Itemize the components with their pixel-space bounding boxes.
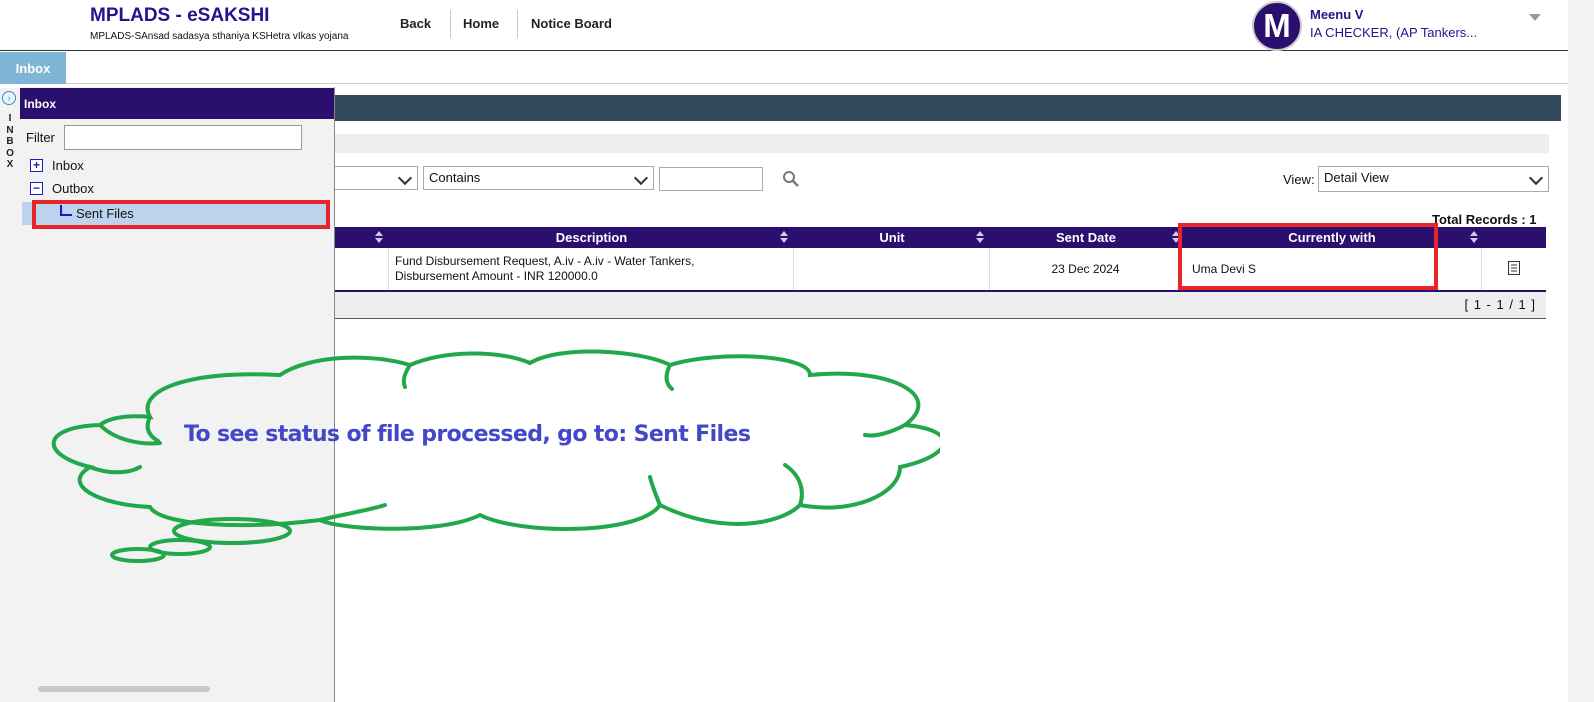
table-cell-unit	[794, 248, 990, 290]
search-operator-select[interactable]: Contains	[423, 166, 654, 190]
cloud-callout	[51, 349, 940, 563]
description-line: Fund Disbursement Request, A.iv - A.iv -…	[395, 254, 695, 268]
nav-home-link[interactable]: Home	[451, 14, 511, 33]
nav-separator	[517, 10, 518, 38]
chevron-down-icon	[397, 170, 413, 186]
column-header[interactable]	[334, 227, 389, 248]
expand-panel-icon[interactable]: ›	[2, 91, 16, 105]
pagination: [ 1 - 1 / 1 ]	[1464, 297, 1536, 312]
tab-inbox[interactable]: Inbox	[0, 52, 66, 84]
cloud-inner-arc	[401, 363, 412, 389]
inbox-side-strip[interactable]	[0, 88, 21, 702]
filter-input[interactable]	[64, 125, 302, 150]
search-operator-value: Contains	[429, 170, 481, 185]
cloud-inner-arc	[145, 415, 160, 443]
side-strip-label: INBOX	[6, 113, 14, 170]
user-name[interactable]: Meenu V	[1310, 7, 1363, 22]
expand-icon[interactable]: +	[30, 159, 43, 172]
collapse-icon[interactable]: −	[30, 182, 43, 195]
column-header-unit[interactable]: Unit	[794, 227, 990, 248]
table-cell-description: Fund Disbursement Request, A.iv - A.iv -…	[389, 248, 794, 290]
cloud-inner-arc	[648, 475, 662, 507]
filter-label: Filter	[26, 130, 55, 145]
nav-back-link[interactable]: Back	[388, 14, 443, 33]
chevron-down-icon	[1528, 170, 1544, 186]
highlight-currently-with	[1178, 223, 1438, 290]
tab-bar	[0, 51, 1568, 84]
total-records: Total Records : 1	[1432, 212, 1537, 227]
user-menu-caret-icon[interactable]	[1529, 14, 1541, 21]
table-cell-actions	[1482, 248, 1546, 290]
search-icon[interactable]	[782, 170, 800, 188]
cloud-inner-arc	[318, 503, 387, 522]
content-header-bar	[334, 95, 1561, 121]
document-icon[interactable]	[1508, 260, 1520, 278]
content-sub-bar	[334, 134, 1549, 153]
view-label: View:	[1283, 172, 1315, 187]
table-cell-sent-date: 23 Dec 2024	[990, 248, 1182, 290]
user-role[interactable]: IA CHECKER, (AP Tankers...	[1310, 25, 1477, 40]
search-field-select[interactable]	[334, 166, 418, 190]
user-avatar[interactable]: M	[1252, 1, 1302, 51]
inbox-panel-title: Inbox	[20, 88, 334, 119]
sort-icon[interactable]	[976, 231, 984, 244]
sort-icon[interactable]	[375, 231, 383, 244]
table-footer: [ 1 - 1 / 1 ]	[334, 292, 1546, 319]
description-line: Disbursement Amount - INR 120000.0	[395, 269, 598, 283]
column-header-description[interactable]: Description	[389, 227, 794, 248]
column-header-sent-date[interactable]: Sent Date	[990, 227, 1182, 248]
cloud-inner-arc	[664, 363, 674, 391]
nav-notice-board-link[interactable]: Notice Board	[519, 14, 624, 33]
app-title: MPLADS - eSAKSHI	[90, 5, 270, 26]
highlight-sent-files	[32, 200, 330, 229]
panel-horizontal-scrollbar[interactable]	[38, 686, 210, 692]
cloud-inner-arc	[783, 463, 804, 507]
cloud-inner-arc	[88, 465, 142, 475]
cloud-inner-arc	[863, 423, 907, 438]
sort-icon[interactable]	[1470, 231, 1478, 244]
sort-icon[interactable]	[780, 231, 788, 244]
page-scrollbar[interactable]	[1568, 0, 1594, 702]
tree-item-inbox[interactable]: Inbox	[52, 158, 84, 173]
cloud-callout-text: To see status of file processed, go to: …	[184, 422, 751, 447]
view-select-value: Detail View	[1324, 170, 1389, 185]
chevron-down-icon	[633, 170, 649, 186]
column-header-actions	[1482, 227, 1546, 248]
app-subtitle: MPLADS-SAnsad sadasya sthaniya KSHetra v…	[90, 31, 349, 42]
tree-item-outbox[interactable]: Outbox	[52, 181, 94, 196]
view-select[interactable]: Detail View	[1318, 166, 1549, 192]
thought-bubble	[110, 547, 166, 563]
search-input[interactable]	[659, 167, 763, 191]
table-cell	[334, 248, 389, 290]
